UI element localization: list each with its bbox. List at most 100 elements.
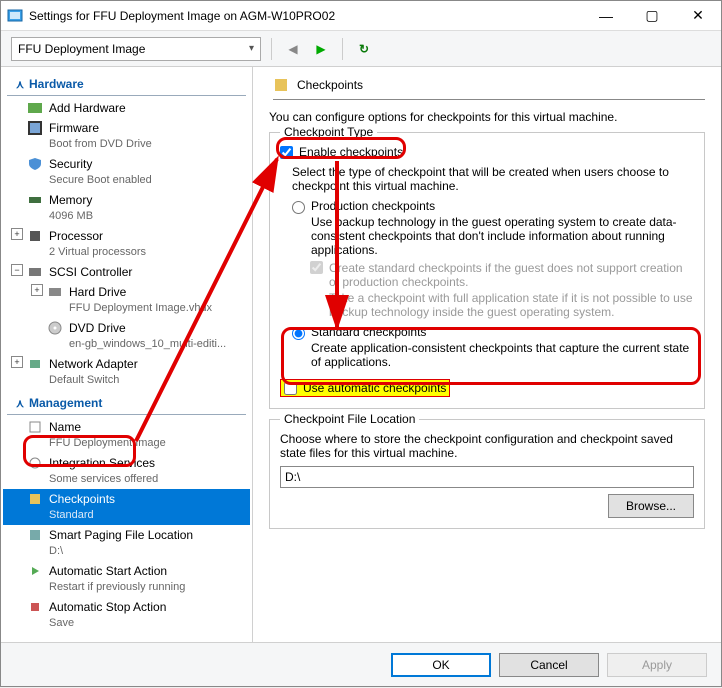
nav-back-button[interactable]: ◀: [282, 38, 304, 60]
settings-sidebar: ⋏ Hardware Add Hardware FirmwareBoot fro…: [1, 67, 253, 642]
sidebar-item-memory[interactable]: Memory4096 MB: [3, 190, 250, 226]
pane-intro: You can configure options for checkpoint…: [269, 110, 705, 124]
sidebar-item-dvd-drive[interactable]: DVD Driveen-gb_windows_10_multi-editi...: [3, 318, 250, 354]
minimize-button[interactable]: —: [583, 1, 629, 30]
item-label: Hard Drive: [69, 285, 126, 299]
use-automatic-checkpoints-input[interactable]: [284, 382, 297, 395]
production-checkpoints-radio[interactable]: Production checkpoints Use backup techno…: [292, 199, 694, 257]
item-sub: Secure Boot enabled: [49, 172, 152, 188]
item-sub: Save: [49, 615, 166, 631]
collapse-icon[interactable]: −: [11, 264, 23, 276]
memory-icon: [27, 192, 43, 208]
item-sub: FFU Deployment Image.vhdx: [69, 300, 212, 316]
enable-checkpoints-checkbox[interactable]: Enable checkpoints: [280, 145, 694, 159]
group-hardware[interactable]: ⋏ Hardware: [7, 73, 246, 96]
sidebar-item-name[interactable]: NameFFU Deployment Image: [3, 417, 250, 453]
separator: [271, 38, 272, 60]
item-label: SCSI Controller: [49, 265, 132, 279]
collapse-icon: ⋏: [15, 78, 25, 91]
item-label: Checkpoints: [49, 492, 115, 506]
use-automatic-checkpoints-label: Use automatic checkpoints: [303, 381, 446, 395]
production-label: Production checkpoints: [311, 199, 435, 213]
sidebar-item-network-adapter[interactable]: + Network AdapterDefault Switch: [3, 354, 250, 390]
hard-drive-icon: [47, 284, 63, 300]
sidebar-item-security[interactable]: SecuritySecure Boot enabled: [3, 154, 250, 190]
sidebar-item-auto-stop[interactable]: Automatic Stop ActionSave: [3, 597, 250, 633]
item-label: Memory: [49, 193, 92, 207]
use-automatic-checkpoints-checkbox[interactable]: Use automatic checkpoints: [280, 379, 450, 397]
paging-icon: [27, 527, 43, 543]
ok-button[interactable]: OK: [391, 653, 491, 677]
sidebar-item-scsi[interactable]: − SCSI Controller: [3, 262, 250, 282]
sidebar-item-smart-paging[interactable]: Smart Paging File LocationD:\: [3, 525, 250, 561]
window-title: Settings for FFU Deployment Image on AGM…: [29, 9, 583, 23]
create-standard-fallback-label: Create standard checkpoints if the guest…: [329, 261, 683, 289]
item-sub: Some services offered: [49, 471, 158, 487]
network-icon: [27, 356, 43, 372]
close-button[interactable]: ✕: [675, 1, 721, 30]
enable-checkpoints-label: Enable checkpoints: [299, 145, 403, 159]
separator: [342, 38, 343, 60]
checkpoint-location-legend: Checkpoint File Location: [280, 412, 419, 426]
item-label: Name: [49, 420, 81, 434]
checkpoint-type-legend: Checkpoint Type: [280, 125, 377, 139]
dialog-footer: OK Cancel Apply: [1, 642, 721, 686]
item-sub: Boot from DVD Drive: [49, 136, 152, 152]
browse-button[interactable]: Browse...: [608, 494, 694, 518]
processor-icon: [27, 228, 43, 244]
scsi-icon: [27, 264, 43, 280]
expand-icon[interactable]: +: [11, 356, 23, 368]
standard-desc: Create application-consistent checkpoint…: [311, 341, 694, 369]
sidebar-item-firmware[interactable]: FirmwareBoot from DVD Drive: [3, 118, 250, 154]
item-label: Add Hardware: [49, 101, 126, 115]
item-sub: en-gb_windows_10_multi-editi...: [69, 336, 226, 352]
app-icon: [7, 8, 23, 24]
sidebar-item-processor[interactable]: + Processor2 Virtual processors: [3, 226, 250, 262]
item-label: Network Adapter: [49, 357, 138, 371]
item-label: Firmware: [49, 121, 99, 135]
create-standard-fallback-desc: Take a checkpoint with full application …: [329, 291, 694, 319]
sidebar-item-hard-drive[interactable]: + Hard DriveFFU Deployment Image.vhdx: [3, 282, 250, 318]
item-sub: 4096 MB: [49, 208, 93, 224]
name-icon: [27, 419, 43, 435]
group-label: Management: [29, 396, 102, 410]
sidebar-item-auto-start[interactable]: Automatic Start ActionRestart if previou…: [3, 561, 250, 597]
item-label: Automatic Stop Action: [49, 600, 166, 614]
item-label: Automatic Start Action: [49, 564, 167, 578]
group-management[interactable]: ⋏ Management: [7, 392, 246, 415]
collapse-icon: ⋏: [15, 397, 25, 410]
cancel-button[interactable]: Cancel: [499, 653, 599, 677]
create-standard-fallback-input: [310, 261, 323, 274]
group-label: Hardware: [29, 77, 84, 91]
auto-start-icon: [27, 563, 43, 579]
production-radio-input[interactable]: [292, 201, 305, 214]
checkpoints-icon: [27, 491, 43, 507]
item-sub: 2 Virtual processors: [49, 244, 146, 260]
apply-button: Apply: [607, 653, 707, 677]
item-sub: Restart if previously running: [49, 579, 185, 595]
maximize-button[interactable]: ▢: [629, 1, 675, 30]
auto-stop-icon: [27, 599, 43, 615]
vm-selector-value: FFU Deployment Image: [18, 42, 145, 56]
standard-checkpoints-radio[interactable]: Standard checkpoints Create application-…: [292, 325, 694, 369]
standard-radio-input[interactable]: [292, 327, 305, 340]
titlebar: Settings for FFU Deployment Image on AGM…: [1, 1, 721, 31]
enable-checkpoints-input[interactable]: [280, 146, 293, 159]
item-sub: Standard: [49, 507, 115, 523]
vm-selector-dropdown[interactable]: FFU Deployment Image ▾: [11, 37, 261, 61]
expand-icon[interactable]: +: [11, 228, 23, 240]
checkpoint-location-group: Checkpoint File Location Choose where to…: [269, 419, 705, 529]
pane-title: Checkpoints: [297, 78, 705, 92]
refresh-button[interactable]: ↻: [353, 38, 375, 60]
expand-icon[interactable]: +: [31, 284, 43, 296]
item-label: Smart Paging File Location: [49, 528, 193, 542]
sidebar-item-checkpoints[interactable]: CheckpointsStandard: [3, 489, 250, 525]
sidebar-item-integration-services[interactable]: Integration ServicesSome services offere…: [3, 453, 250, 489]
sidebar-item-add-hardware[interactable]: Add Hardware: [3, 98, 250, 118]
checkpoint-type-group: Checkpoint Type Enable checkpoints Selec…: [269, 132, 705, 409]
nav-forward-button[interactable]: ▶: [310, 38, 332, 60]
location-input[interactable]: [280, 466, 694, 488]
item-label: DVD Drive: [69, 321, 126, 335]
add-hardware-icon: [27, 100, 43, 116]
chevron-down-icon: ▾: [249, 43, 254, 54]
